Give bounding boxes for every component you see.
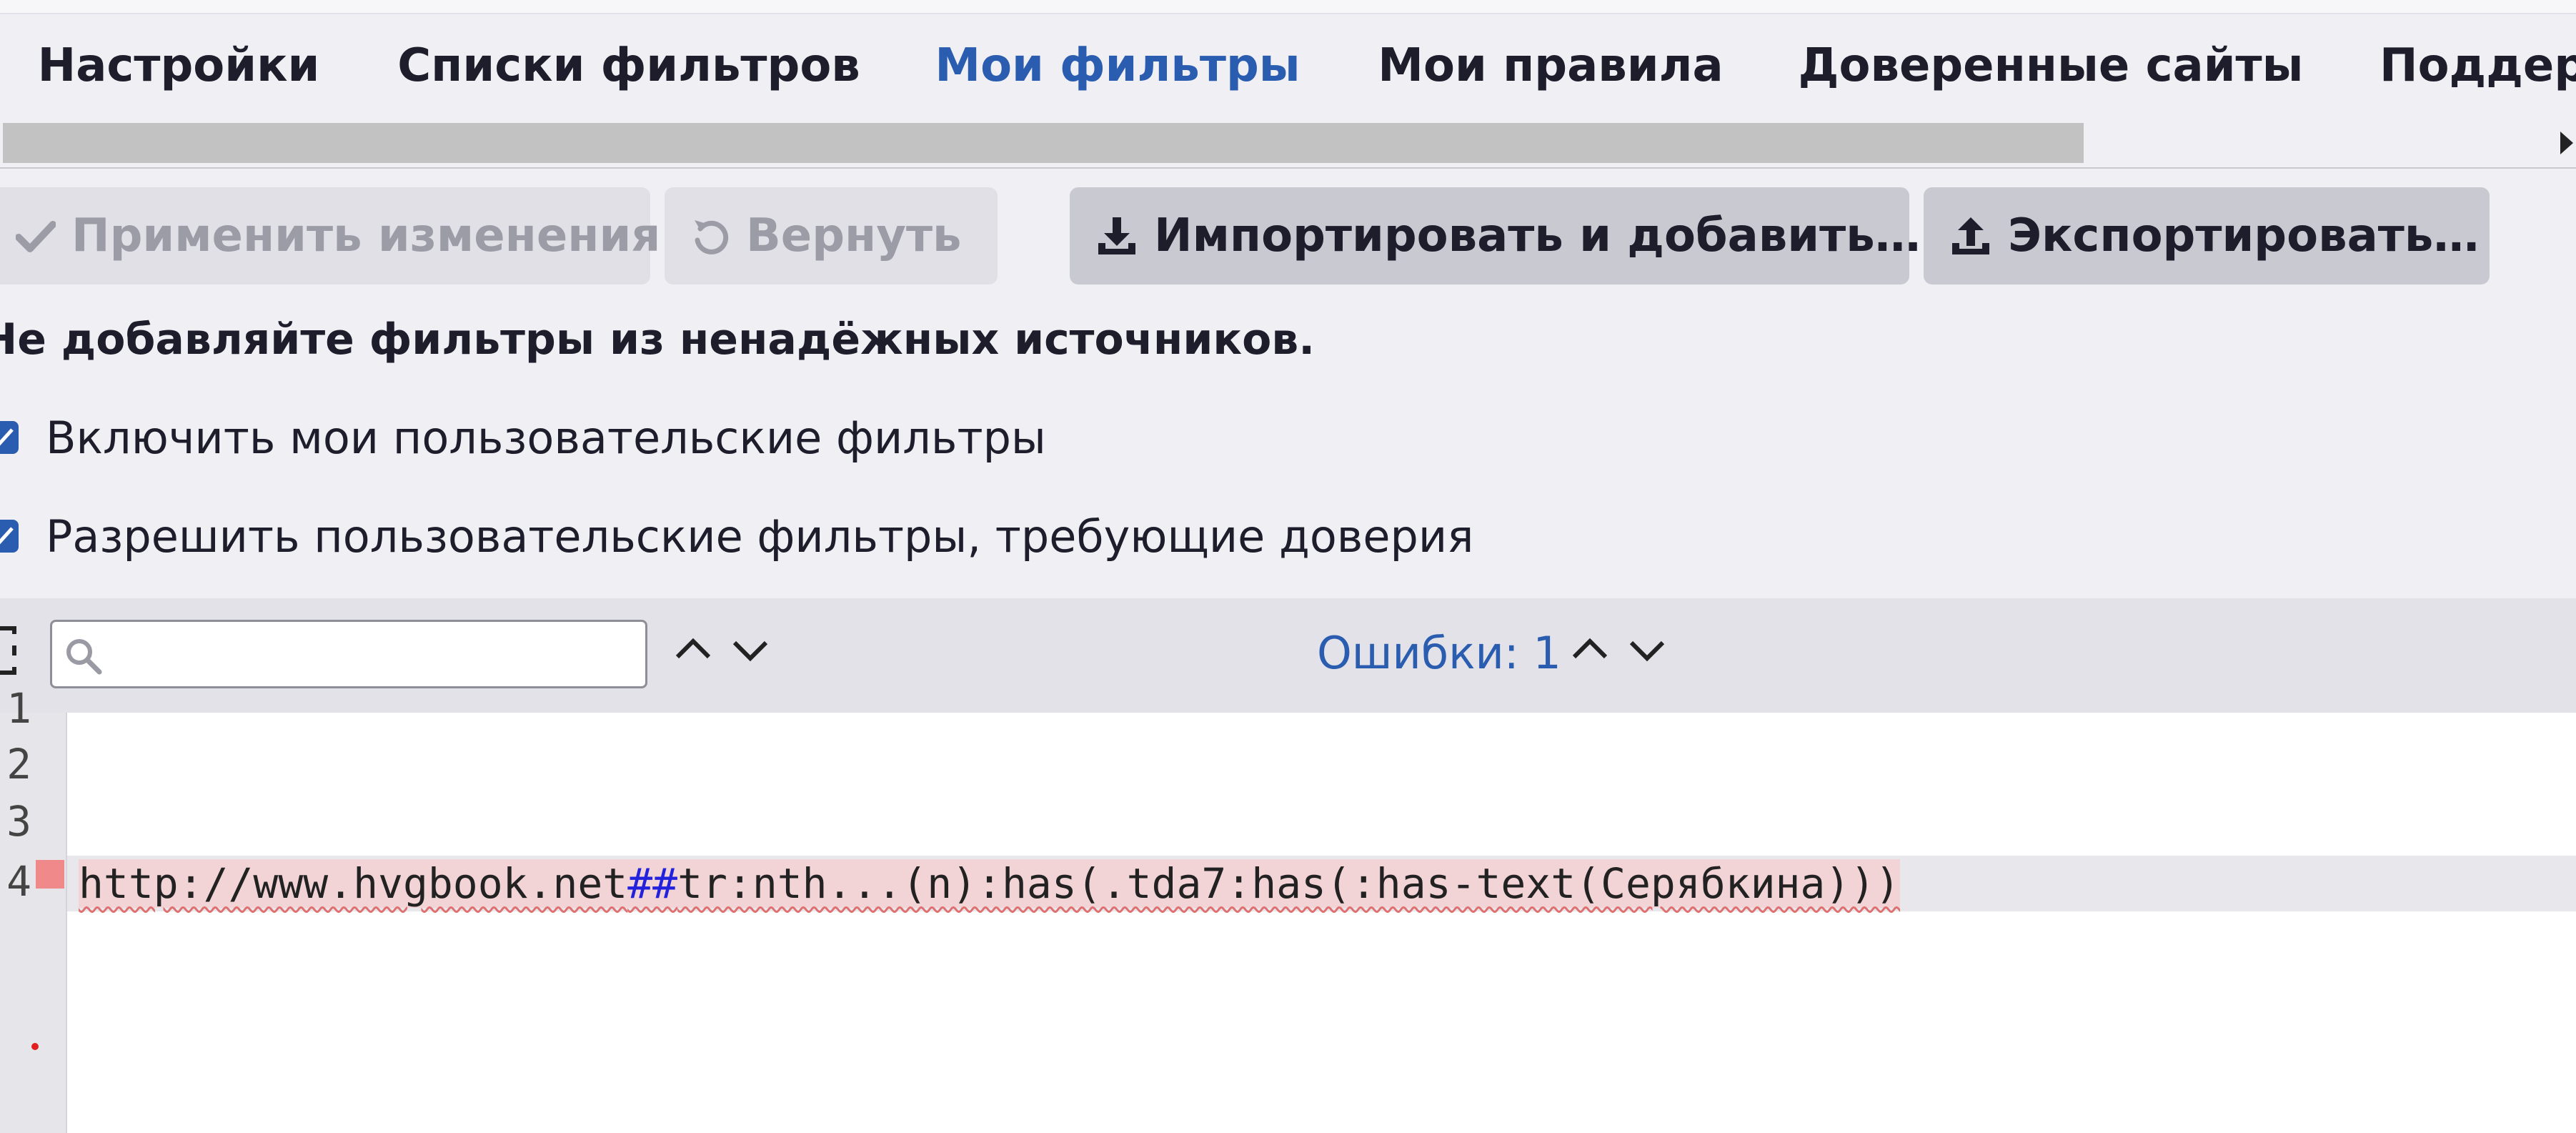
enable-custom-filters-label: Включить мои пользовательские фильтры	[46, 411, 1046, 464]
import-and-append-button[interactable]: Импортировать и добавить…	[1070, 187, 1921, 285]
search-icon	[66, 639, 102, 675]
tab-my-rules[interactable]: Мои правила	[1372, 13, 1729, 119]
checkmark-icon	[0, 428, 14, 446]
scrollbar-thumb[interactable]	[3, 123, 2084, 163]
tab-my-filters[interactable]: Мои фильтры	[896, 13, 1339, 119]
enable-custom-filters-checkbox[interactable]	[0, 421, 19, 454]
download-icon	[1098, 217, 1135, 254]
error-previous-chevron-up-icon[interactable]	[1568, 628, 1611, 671]
line-number: 2	[6, 740, 31, 788]
revert-label: Вернуть	[746, 209, 962, 262]
import-label: Импортировать и добавить…	[1154, 209, 1921, 262]
editor-toolbar: Ошибки: 1	[0, 598, 2576, 713]
line-number: 1	[6, 684, 31, 733]
checkmark-icon	[0, 527, 14, 545]
tabs-scrollbar[interactable]	[0, 119, 2576, 169]
filter-code-editor[interactable]: 1 2 3 4 http://www.hvgbook.net ## tr:nth..…	[0, 684, 2576, 1133]
tab-settings[interactable]: Настройки	[29, 13, 329, 119]
untrusted-sources-warning: Не добавляйте фильтры из ненадёжных исто…	[0, 315, 1316, 365]
error-next-chevron-down-icon[interactable]	[1626, 628, 1669, 671]
errors-count[interactable]: Ошибки: 1	[1317, 627, 1561, 679]
tab-trusted-sites[interactable]: Доверенные сайты	[1794, 13, 2308, 119]
filter-selector: tr:nth...(n):has(.tda7:has(:has-text(Сер…	[677, 859, 1901, 908]
filter-domain: http://www.hvgbook.net	[79, 859, 628, 908]
revert-button[interactable]: Вернуть	[665, 187, 998, 285]
allow-trusted-filters-option[interactable]: Разрешить пользовательские фильтры, треб…	[0, 508, 1473, 565]
filter-separator: ##	[627, 859, 678, 908]
tab-support[interactable]: Поддер	[2379, 13, 2576, 119]
checkmark-icon	[16, 221, 56, 252]
error-dot	[31, 1043, 39, 1050]
search-input[interactable]	[116, 629, 634, 681]
filter-line[interactable]: http://www.hvgbook.net ## tr:nth...(n):has…	[79, 856, 1901, 911]
line-number-gutter: 1 2 3 4	[0, 684, 67, 1133]
export-button[interactable]: Экспортировать…	[1924, 187, 2490, 285]
undo-icon	[695, 220, 729, 254]
apply-changes-button[interactable]: Применить изменения	[0, 187, 660, 285]
top-strip	[0, 0, 2576, 14]
line-number: 3	[6, 797, 31, 846]
tab-filter-lists[interactable]: Списки фильтров	[386, 13, 872, 119]
line-number: 4	[6, 857, 31, 906]
export-label: Экспортировать…	[2008, 209, 2480, 262]
tab-bar: Настройки Списки фильтров Мои фильтры Мо…	[0, 13, 2576, 130]
upload-icon	[1952, 217, 1989, 254]
page: Настройки Списки фильтров Мои фильтры Мо…	[0, 0, 2576, 1133]
search-previous-chevron-up-icon[interactable]	[672, 628, 715, 671]
search-next-chevron-down-icon[interactable]	[729, 628, 772, 671]
allow-trusted-filters-checkbox[interactable]	[0, 520, 19, 553]
error-marker[interactable]	[36, 860, 64, 889]
enable-custom-filters-option[interactable]: Включить мои пользовательские фильтры	[0, 409, 1046, 466]
scroll-right-arrow-icon[interactable]	[2560, 132, 2573, 154]
fullscreen-icon[interactable]	[0, 625, 24, 676]
apply-changes-label: Применить изменения	[71, 209, 661, 262]
allow-trusted-filters-label: Разрешить пользовательские фильтры, треб…	[46, 510, 1474, 563]
search-field[interactable]	[50, 620, 647, 688]
